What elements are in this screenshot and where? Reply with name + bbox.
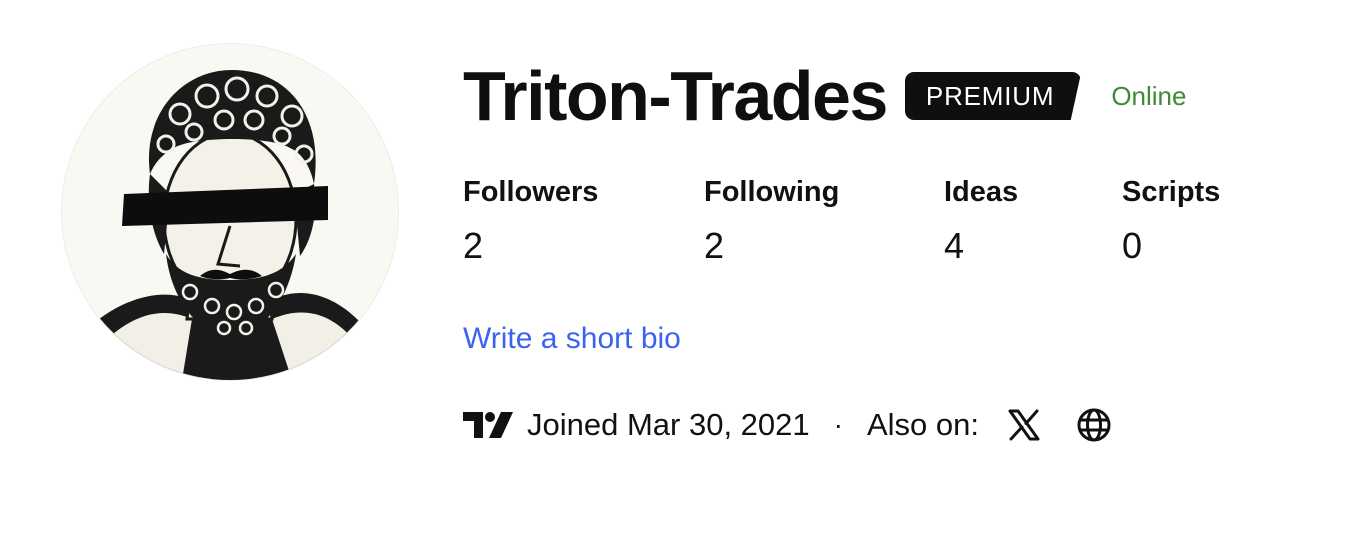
stat-scripts-label: Scripts	[1122, 176, 1221, 208]
premium-badge: PREMIUM	[904, 72, 1082, 120]
x-link[interactable]	[1005, 406, 1043, 444]
stat-ideas-label: Ideas	[944, 176, 1019, 208]
bust-avatar-icon	[62, 44, 398, 380]
profile-info: Triton-Trades PREMIUM Online Followers 2…	[463, 0, 1354, 536]
stat-following-label: Following	[704, 176, 840, 208]
website-link[interactable]	[1075, 406, 1113, 444]
meta-row: Joined Mar 30, 2021 · Also on:	[463, 403, 1113, 447]
meta-separator: ·	[833, 409, 843, 440]
x-icon	[1008, 409, 1040, 441]
stat-scripts[interactable]: Scripts 0	[1122, 174, 1220, 266]
tradingview-logo-icon	[463, 412, 513, 438]
stat-scripts-value: 0	[1122, 225, 1143, 266]
write-bio-link[interactable]: Write a short bio	[463, 320, 681, 358]
also-on-label: Also on:	[866, 407, 979, 442]
stat-ideas[interactable]: Ideas 4	[944, 174, 1018, 266]
avatar[interactable]	[62, 44, 398, 380]
stat-followers-value: 2	[463, 225, 484, 266]
joined-date: Joined Mar 30, 2021	[527, 407, 810, 442]
stat-followers-label: Followers	[463, 176, 599, 208]
globe-icon	[1077, 408, 1111, 442]
profile-header: Triton-Trades PREMIUM Online Followers 2…	[0, 0, 1354, 536]
title-row: Triton-Trades PREMIUM Online	[463, 58, 1186, 134]
online-status: Online	[1111, 80, 1187, 111]
profile-stats: Followers 2 Following 2 Ideas 4 Scripts …	[463, 174, 1263, 274]
stat-followers[interactable]: Followers 2	[463, 174, 598, 266]
stat-following-value: 2	[704, 225, 725, 266]
stat-ideas-value: 4	[944, 225, 965, 266]
username: Triton-Trades	[463, 57, 888, 135]
stat-following[interactable]: Following 2	[704, 174, 839, 266]
